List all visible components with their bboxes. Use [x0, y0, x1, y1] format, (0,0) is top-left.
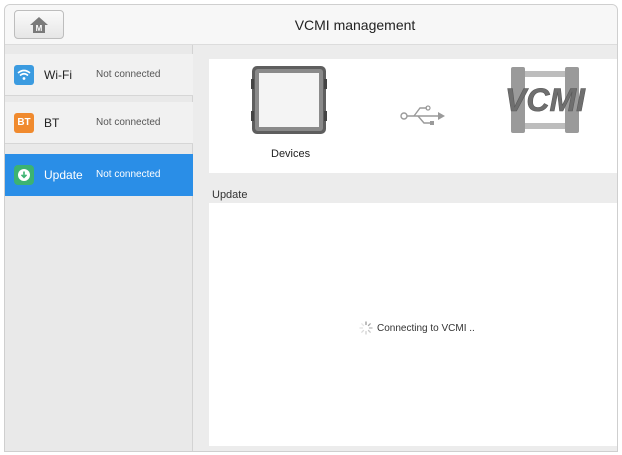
tablet-device-icon	[251, 66, 327, 134]
bt-icon-text: BT	[17, 117, 31, 128]
sidebar-item-label: BT	[44, 115, 60, 130]
header-bar: M VCMI management	[5, 5, 617, 45]
section-title: Update	[212, 189, 248, 201]
sidebar-item-label: Wi-Fi	[44, 67, 72, 82]
wifi-icon	[14, 64, 34, 85]
sidebar-item-status: Not connected	[96, 169, 161, 180]
home-icon-letter: M	[36, 24, 43, 33]
devices-label: Devices	[271, 148, 311, 160]
status-text: Connecting to VCMI ..	[377, 322, 475, 334]
sidebar: Wi-Fi Not connected BT BT Not connected …	[5, 45, 193, 451]
home-button[interactable]: M	[14, 10, 64, 39]
sidebar-item-status: Not connected	[96, 69, 161, 80]
home-icon: M	[30, 16, 48, 33]
sidebar-item-label: Update	[44, 167, 83, 182]
connection-status: Connecting to VCMI ..	[359, 321, 475, 335]
sidebar-item-bt[interactable]: BT BT Not connected	[5, 102, 193, 144]
bt-icon: BT	[14, 112, 34, 133]
page-title: VCMI management	[294, 17, 416, 33]
sidebar-item-update[interactable]: Update Not connected	[5, 154, 193, 196]
app-window: M VCMI management Wi-Fi Not connected BT…	[4, 4, 618, 452]
spinner-icon	[359, 321, 373, 335]
vcmi-logo-text: VCMI	[505, 82, 586, 118]
usb-icon	[400, 105, 445, 125]
sidebar-item-wifi[interactable]: Wi-Fi Not connected	[5, 54, 193, 96]
sidebar-item-status: Not connected	[96, 117, 161, 128]
download-icon	[14, 164, 34, 185]
main-content: Devices VCMI Update Connecting to VCMI .…	[194, 45, 617, 451]
update-panel: Connecting to VCMI ..	[209, 203, 617, 446]
device-connection-panel: Devices VCMI	[209, 59, 617, 173]
vcmi-device-logo: VCMI	[505, 67, 586, 133]
